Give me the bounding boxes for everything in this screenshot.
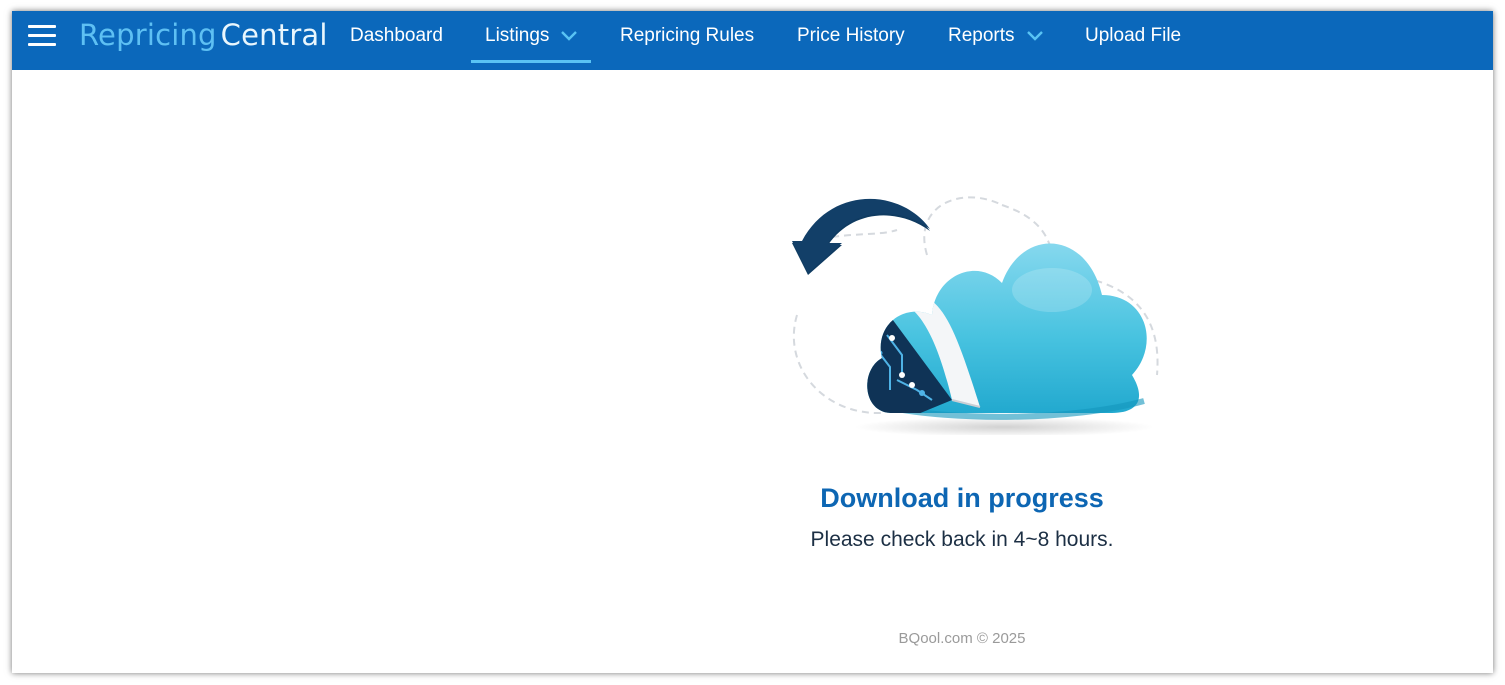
cloud-download-icon bbox=[792, 196, 1159, 435]
nav-price-history[interactable]: Price History bbox=[797, 11, 905, 70]
nav-upload-file-label: Upload File bbox=[1085, 24, 1182, 46]
nav-dashboard-label: Dashboard bbox=[350, 24, 443, 46]
app-window: Repricing Central Dashboard Listings Repr… bbox=[12, 11, 1493, 673]
nav-repricing-rules-label: Repricing Rules bbox=[620, 24, 755, 46]
download-status-title: Download in progress bbox=[820, 483, 1104, 513]
chevron-down-icon bbox=[561, 30, 578, 41]
brand-logo-part1: Repricing bbox=[79, 18, 217, 52]
nav-upload-file[interactable]: Upload File bbox=[1085, 11, 1181, 70]
nav-reports[interactable]: Reports bbox=[948, 11, 1043, 70]
nav-listings-label: Listings bbox=[485, 24, 550, 46]
chevron-down-icon bbox=[1026, 30, 1043, 41]
top-navbar: Repricing Central Dashboard Listings Repr… bbox=[12, 11, 1493, 70]
footer-copyright: BQool.com © 2025 bbox=[898, 630, 1026, 647]
nav-repricing-rules[interactable]: Repricing Rules bbox=[620, 11, 754, 70]
brand-logo[interactable]: Repricing Central bbox=[79, 15, 328, 55]
main-content: Download in progress Please check back i… bbox=[12, 70, 1493, 673]
download-status-message: Please check back in 4~8 hours. bbox=[810, 528, 1114, 551]
hamburger-menu-icon[interactable] bbox=[28, 25, 56, 47]
nav-dashboard[interactable]: Dashboard bbox=[350, 11, 443, 70]
nav-listings[interactable]: Listings bbox=[470, 11, 592, 70]
nav-price-history-label: Price History bbox=[797, 24, 905, 46]
brand-logo-part2: Central bbox=[220, 18, 328, 52]
nav-reports-label: Reports bbox=[948, 24, 1015, 46]
